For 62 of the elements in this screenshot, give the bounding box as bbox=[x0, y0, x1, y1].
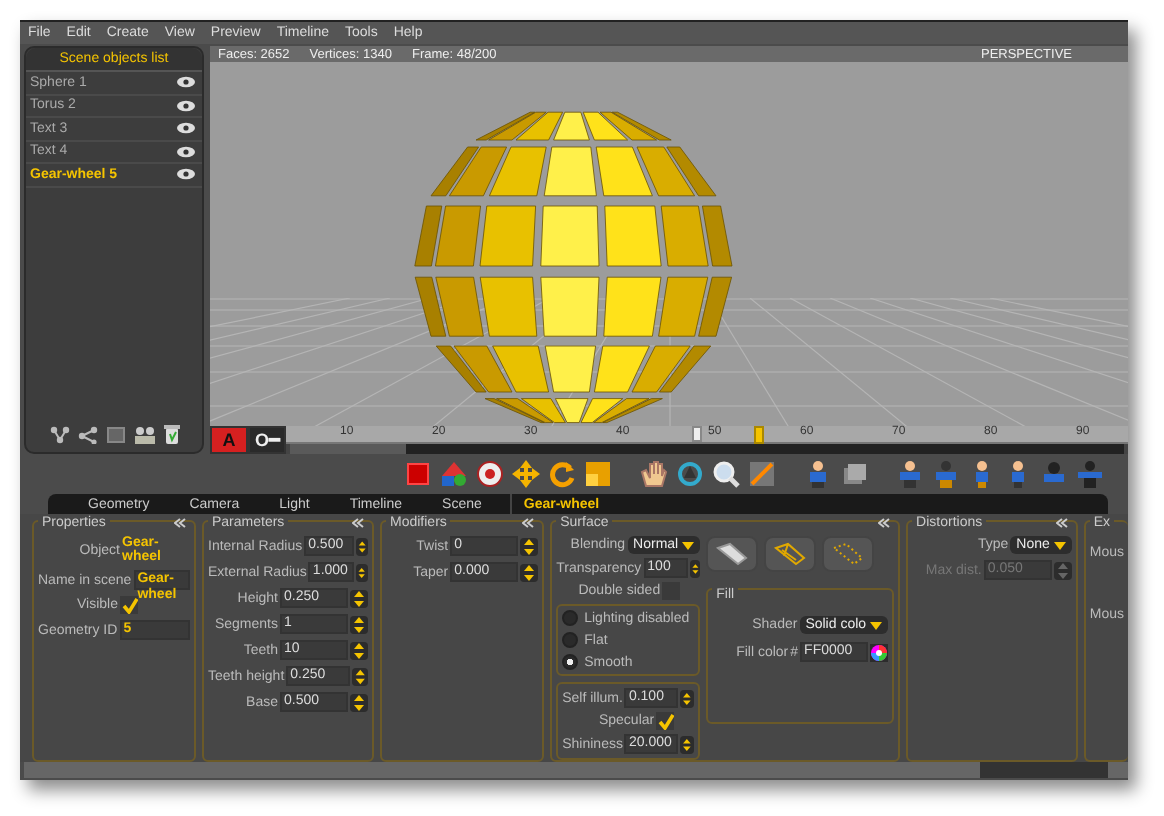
sphere-icon[interactable] bbox=[476, 460, 504, 489]
radio-button[interactable] bbox=[562, 632, 579, 649]
eye-icon[interactable] bbox=[176, 145, 196, 158]
scale-icon[interactable] bbox=[584, 460, 612, 489]
checkbox[interactable] bbox=[662, 582, 681, 601]
timeline-button[interactable]: O━ bbox=[248, 426, 286, 455]
collapse-icon[interactable] bbox=[522, 517, 535, 528]
spinner-icon[interactable] bbox=[680, 735, 695, 754]
keyframe-marker[interactable] bbox=[753, 426, 764, 445]
timeline-button[interactable]: A bbox=[210, 426, 248, 455]
spinner-icon[interactable] bbox=[689, 559, 701, 578]
spinner-icon[interactable] bbox=[351, 667, 368, 686]
orbit-icon[interactable] bbox=[676, 460, 704, 489]
collapse-icon[interactable] bbox=[1055, 517, 1068, 528]
person-icon[interactable] bbox=[804, 460, 832, 489]
caret-icon bbox=[682, 541, 695, 550]
eye-icon[interactable] bbox=[176, 99, 196, 112]
wireframe-preview-button[interactable] bbox=[764, 536, 817, 573]
move-arrows-icon[interactable] bbox=[512, 460, 540, 489]
ruler-icon[interactable] bbox=[748, 460, 776, 489]
horizontal-scrollbar[interactable] bbox=[24, 762, 1128, 778]
checkmark-icon bbox=[657, 713, 674, 730]
spinner-icon[interactable] bbox=[350, 589, 368, 608]
timeline-scrollbar[interactable] bbox=[290, 444, 1124, 455]
spinner-icon[interactable] bbox=[355, 537, 368, 556]
spinner-icon[interactable] bbox=[680, 689, 695, 708]
trash-icon[interactable] bbox=[163, 424, 179, 445]
spinner-icon[interactable] bbox=[520, 537, 539, 556]
checkmark-icon bbox=[121, 597, 137, 614]
person-icon[interactable] bbox=[1076, 460, 1104, 489]
spinner-icon[interactable] bbox=[356, 563, 368, 582]
color-wheel-icon[interactable] bbox=[870, 643, 889, 662]
caret-icon bbox=[1053, 541, 1066, 550]
spinner-icon[interactable] bbox=[350, 693, 368, 712]
magnifier-icon[interactable] bbox=[712, 460, 740, 489]
radio-button[interactable] bbox=[562, 654, 579, 671]
spinner-icon[interactable] bbox=[350, 641, 368, 660]
person-icon[interactable] bbox=[932, 460, 960, 489]
checkbox[interactable] bbox=[120, 596, 138, 615]
people-icon[interactable] bbox=[133, 425, 155, 444]
cube-icon[interactable] bbox=[404, 460, 432, 489]
share-icon[interactable] bbox=[77, 425, 97, 444]
spinner-icon[interactable] bbox=[520, 563, 539, 582]
layers-icon[interactable] bbox=[840, 460, 868, 489]
collapse-icon[interactable] bbox=[352, 517, 364, 528]
playhead-marker[interactable] bbox=[691, 426, 702, 443]
rotate-icon[interactable] bbox=[548, 460, 576, 489]
eye-icon[interactable] bbox=[176, 122, 196, 135]
checkbox[interactable] bbox=[656, 712, 675, 731]
spinner-icon[interactable] bbox=[350, 615, 368, 634]
solid-surface-preview-button[interactable] bbox=[706, 536, 759, 573]
frame-icon[interactable] bbox=[105, 425, 125, 444]
eye-icon[interactable] bbox=[176, 76, 196, 89]
points-preview-button[interactable] bbox=[822, 536, 875, 573]
collapse-icon[interactable] bbox=[878, 517, 891, 528]
hand-icon[interactable] bbox=[640, 460, 668, 489]
radio-button[interactable] bbox=[562, 610, 579, 627]
caret-icon bbox=[870, 621, 883, 630]
person-icon[interactable] bbox=[896, 460, 924, 489]
collapse-icon[interactable] bbox=[174, 517, 186, 528]
nodes-icon[interactable] bbox=[49, 425, 69, 444]
eye-icon[interactable] bbox=[176, 168, 196, 181]
